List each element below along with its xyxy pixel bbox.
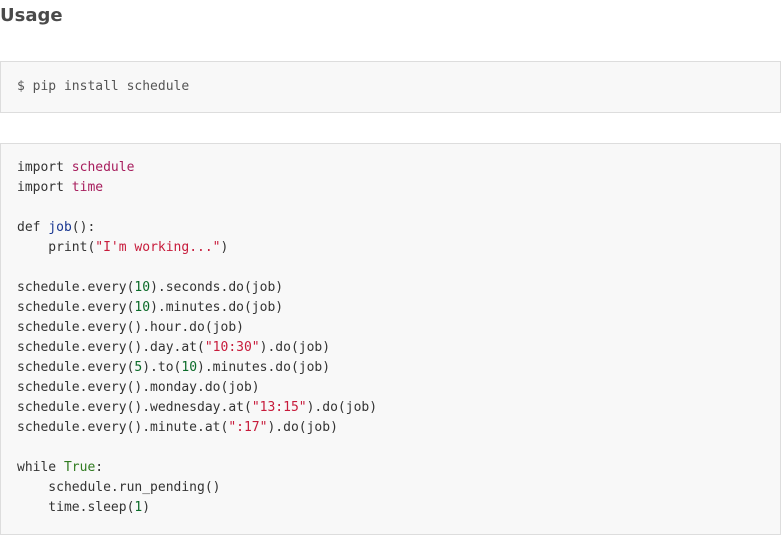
code-token: time xyxy=(71,180,104,195)
code-token: schedule.every( xyxy=(17,280,135,295)
code-token: while xyxy=(17,460,64,475)
code-token: "13:15" xyxy=(251,400,307,415)
code-token: True xyxy=(63,460,96,475)
section-title: Usage xyxy=(0,5,63,26)
code-line: print("I'm working...") xyxy=(17,238,377,258)
code-token: ).do(job) xyxy=(259,340,331,355)
usage-code-block: import schedule import time def job(): pr… xyxy=(0,143,781,535)
code-token: schedule.every( xyxy=(17,300,135,315)
code-token: schedule xyxy=(71,160,135,175)
code-token: schedule.every().monday.do(job) xyxy=(17,380,260,395)
code-token: "10:30" xyxy=(204,340,260,355)
code-line: schedule.every().monday.do(job) xyxy=(17,378,377,398)
code-line: schedule.run_pending() xyxy=(17,478,377,498)
code-token: schedule.run_pending() xyxy=(17,480,221,495)
code-token: ).to( xyxy=(142,360,182,375)
code-token: time.sleep( xyxy=(17,500,135,515)
code-token: import xyxy=(17,160,72,175)
code-token: ).do(job) xyxy=(267,420,338,435)
code-token: ).seconds.do(job) xyxy=(150,280,284,295)
code-token: ":17" xyxy=(228,420,268,435)
code-token: def xyxy=(17,220,49,235)
install-command-block: $ pip install schedule xyxy=(0,61,781,113)
code-token: (): xyxy=(71,220,96,235)
code-token: : xyxy=(95,460,104,475)
code-token: 10 xyxy=(134,300,151,315)
code-token: ).minutes.do(job) xyxy=(150,300,284,315)
code-line: schedule.every().wednesday.at("13:15").d… xyxy=(17,398,377,418)
code-token: schedule.every().hour.do(job) xyxy=(17,320,244,335)
code-line: schedule.every(5).to(10).minutes.do(job) xyxy=(17,358,377,378)
code-line: while True: xyxy=(17,458,377,478)
code-token: ) xyxy=(142,500,151,515)
code-token: schedule.every().wednesday.at( xyxy=(17,400,252,415)
code-token: 10 xyxy=(134,280,151,295)
code-token: "I'm working..." xyxy=(95,240,221,255)
code-line: time.sleep(1) xyxy=(17,498,377,518)
code-token: ) xyxy=(220,240,229,255)
code-token: schedule.every( xyxy=(17,360,135,375)
code-token: print( xyxy=(17,240,96,255)
code-token: schedule.every().minute.at( xyxy=(17,420,229,435)
code-token: ).minutes.do(job) xyxy=(197,360,331,375)
code-token: 10 xyxy=(181,360,198,375)
code-line: schedule.every().hour.do(job) xyxy=(17,318,377,338)
code-token: ).do(job) xyxy=(306,400,378,415)
usage-code: import schedule import time def job(): pr… xyxy=(17,158,377,518)
code-token: import xyxy=(17,180,72,195)
code-line: schedule.every(10).seconds.do(job) xyxy=(17,278,377,298)
code-line: import schedule xyxy=(17,158,377,178)
code-line: schedule.every().day.at("10:30").do(job) xyxy=(17,338,377,358)
code-line: schedule.every().minute.at(":17").do(job… xyxy=(17,418,377,438)
code-line: def job(): xyxy=(17,218,377,238)
code-line: import time xyxy=(17,178,377,198)
install-command: $ pip install schedule xyxy=(17,79,190,94)
code-token: job xyxy=(48,220,72,235)
code-token: schedule.every().day.at( xyxy=(17,340,205,355)
code-line: schedule.every(10).minutes.do(job) xyxy=(17,298,377,318)
